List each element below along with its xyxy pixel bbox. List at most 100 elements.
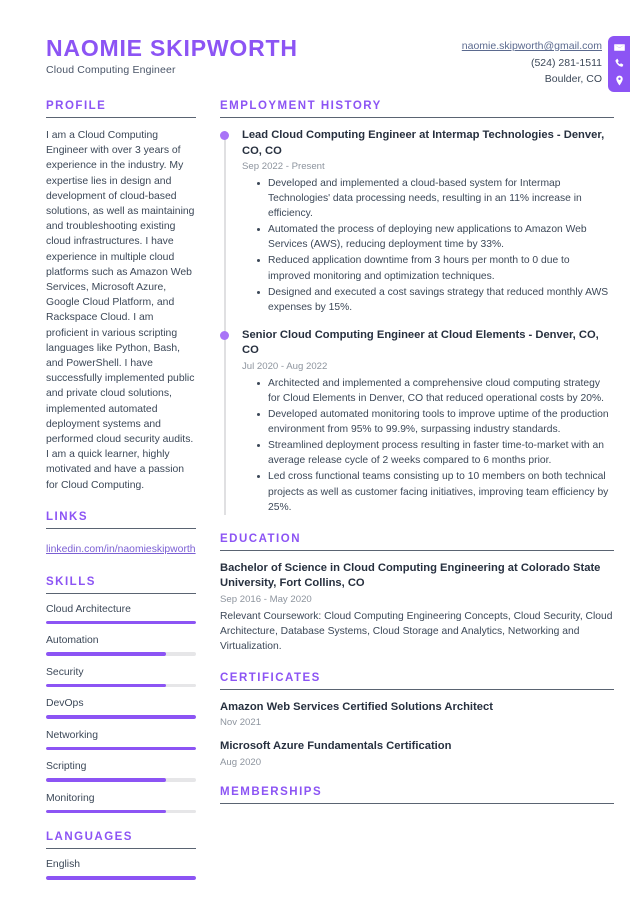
skill-item: Monitoring — [46, 793, 196, 814]
contact-location: Boulder, CO — [544, 73, 602, 85]
section-heading-links: LINKS — [46, 510, 88, 523]
skill-item: Cloud Architecture — [46, 604, 196, 625]
resume-body: PROFILE I am a Cloud Computing Engineer … — [10, 82, 630, 898]
envelope-icon — [613, 42, 625, 53]
section-heading-languages: LANGUAGES — [46, 831, 133, 844]
skill-label: Cloud Architecture — [46, 603, 131, 615]
link-item-linkedin[interactable]: linkedin.com/in/naomieskipworth — [46, 544, 196, 555]
section-rule — [220, 549, 614, 551]
contact-email-row: naomie.skipworth@gmail.com — [462, 38, 602, 55]
skill-item: Security — [46, 667, 196, 688]
education-date: Sep 2016 - May 2020 — [220, 593, 312, 605]
section-rule — [220, 688, 614, 690]
skill-label: Security — [46, 666, 84, 678]
certificate-date: Nov 2021 — [220, 717, 262, 729]
section-education: EDUCATION Bachelor of Science in Cloud C… — [220, 533, 614, 654]
section-languages: LANGUAGES English — [46, 831, 196, 880]
skill-track — [46, 620, 196, 625]
section-rule — [46, 527, 196, 529]
section-profile: PROFILE I am a Cloud Computing Engineer … — [46, 100, 196, 493]
education-title: Bachelor of Science in Cloud Computing E… — [220, 561, 601, 590]
skill-fill — [46, 778, 166, 782]
phone-icon — [614, 58, 625, 69]
education-description: Relevant Coursework: Cloud Computing Eng… — [220, 610, 613, 652]
section-rule — [46, 117, 196, 118]
section-heading-skills: SKILLS — [46, 575, 96, 588]
job-date: Jul 2020 - Aug 2022 — [242, 360, 328, 372]
education-entry: Bachelor of Science in Cloud Computing E… — [220, 561, 614, 654]
section-heading-profile: PROFILE — [46, 100, 107, 112]
section-heading-education: EDUCATION — [220, 532, 302, 545]
skill-track — [46, 652, 196, 656]
skill-fill — [46, 715, 196, 719]
section-rule — [46, 592, 196, 594]
job-bullets: Developed and implemented a cloud-based … — [242, 176, 614, 315]
skill-fill — [46, 652, 166, 656]
skill-track — [46, 715, 196, 719]
skill-label: Scripting — [46, 761, 87, 773]
job-bullet: Architected and implemented a comprehens… — [257, 376, 614, 406]
section-skills: SKILLS Cloud Architecture Automation Sec… — [46, 576, 196, 814]
job-bullet: Led cross functional teams consisting up… — [257, 469, 614, 514]
section-rule — [220, 117, 614, 118]
skill-item: Scripting — [46, 761, 196, 782]
skill-label: Monitoring — [46, 792, 95, 804]
resume-sheet: NAOMIE SKIPWORTH Cloud Computing Enginee… — [10, 10, 630, 905]
employment-entry: Lead Cloud Computing Engineer at Interma… — [220, 128, 614, 315]
job-bullet: Automated the process of deploying new a… — [257, 222, 614, 252]
section-heading-memberships: MEMBERSHIPS — [220, 785, 323, 798]
employment-timeline: Lead Cloud Computing Engineer at Interma… — [220, 128, 614, 515]
skill-item: Networking — [46, 730, 196, 751]
job-bullet: Designed and executed a cost savings str… — [257, 285, 614, 315]
job-bullets: Architected and implemented a comprehens… — [242, 376, 614, 515]
language-track — [46, 876, 196, 880]
certificate-entry: Microsoft Azure Fundamentals Certificati… — [220, 739, 614, 768]
resume-header: NAOMIE SKIPWORTH Cloud Computing Enginee… — [10, 10, 630, 92]
section-rule — [46, 848, 196, 850]
section-heading-employment: EMPLOYMENT HISTORY — [220, 100, 382, 112]
skill-label: Networking — [46, 729, 98, 741]
job-bullet: Streamlined deployment process resulting… — [257, 438, 614, 468]
certificate-title: Amazon Web Services Certified Solutions … — [220, 700, 493, 713]
skill-fill — [46, 746, 196, 751]
skill-item: DevOps — [46, 698, 196, 719]
skill-fill — [46, 620, 196, 625]
certificate-date: Aug 2020 — [220, 756, 262, 768]
skill-track — [46, 746, 196, 751]
contact-details: naomie.skipworth@gmail.com (524) 281-151… — [462, 38, 602, 88]
language-item: English — [46, 859, 196, 880]
section-memberships: MEMBERSHIPS — [220, 786, 614, 804]
sidebar-column: PROFILE I am a Cloud Computing Engineer … — [10, 82, 216, 898]
certificate-entry: Amazon Web Services Certified Solutions … — [220, 700, 614, 729]
skill-label: Automation — [46, 635, 99, 647]
job-date: Sep 2022 - Present — [242, 161, 325, 172]
employment-entry: Senior Cloud Computing Engineer at Cloud… — [220, 328, 614, 515]
skill-fill — [46, 809, 166, 814]
section-employment-history: EMPLOYMENT HISTORY Lead Cloud Computing … — [220, 100, 614, 515]
language-fill — [46, 876, 196, 880]
certificate-title: Microsoft Azure Fundamentals Certificati… — [220, 740, 452, 753]
resume-page: NAOMIE SKIPWORTH Cloud Computing Enginee… — [0, 0, 640, 905]
skill-track — [46, 809, 196, 814]
main-column: EMPLOYMENT HISTORY Lead Cloud Computing … — [216, 82, 630, 822]
job-title: Senior Cloud Computing Engineer at Cloud… — [242, 328, 599, 357]
skill-label: DevOps — [46, 698, 84, 710]
skill-track — [46, 683, 196, 688]
contact-icon-bar — [608, 36, 630, 92]
contact-email-link[interactable]: naomie.skipworth@gmail.com — [462, 40, 602, 52]
contact-phone: (524) 281-1511 — [530, 56, 602, 69]
location-pin-icon — [614, 75, 625, 86]
language-label: English — [46, 859, 81, 871]
section-certificates: CERTIFICATES Amazon Web Services Certifi… — [220, 672, 614, 768]
skill-item: Automation — [46, 635, 196, 656]
section-heading-certificates: CERTIFICATES — [220, 671, 321, 684]
job-bullet: Developed automated monitoring tools to … — [257, 407, 614, 437]
job-bullet: Developed and implemented a cloud-based … — [257, 176, 614, 221]
section-links: LINKS linkedin.com/in/naomieskipworth — [46, 511, 196, 558]
skill-track — [46, 778, 196, 782]
profile-text: I am a Cloud Computing Engineer with ove… — [46, 130, 195, 491]
section-rule — [220, 802, 614, 804]
job-bullet: Reduced application downtime from 3 hour… — [257, 253, 614, 283]
job-title: Lead Cloud Computing Engineer at Interma… — [242, 129, 605, 157]
skill-fill — [46, 683, 166, 688]
